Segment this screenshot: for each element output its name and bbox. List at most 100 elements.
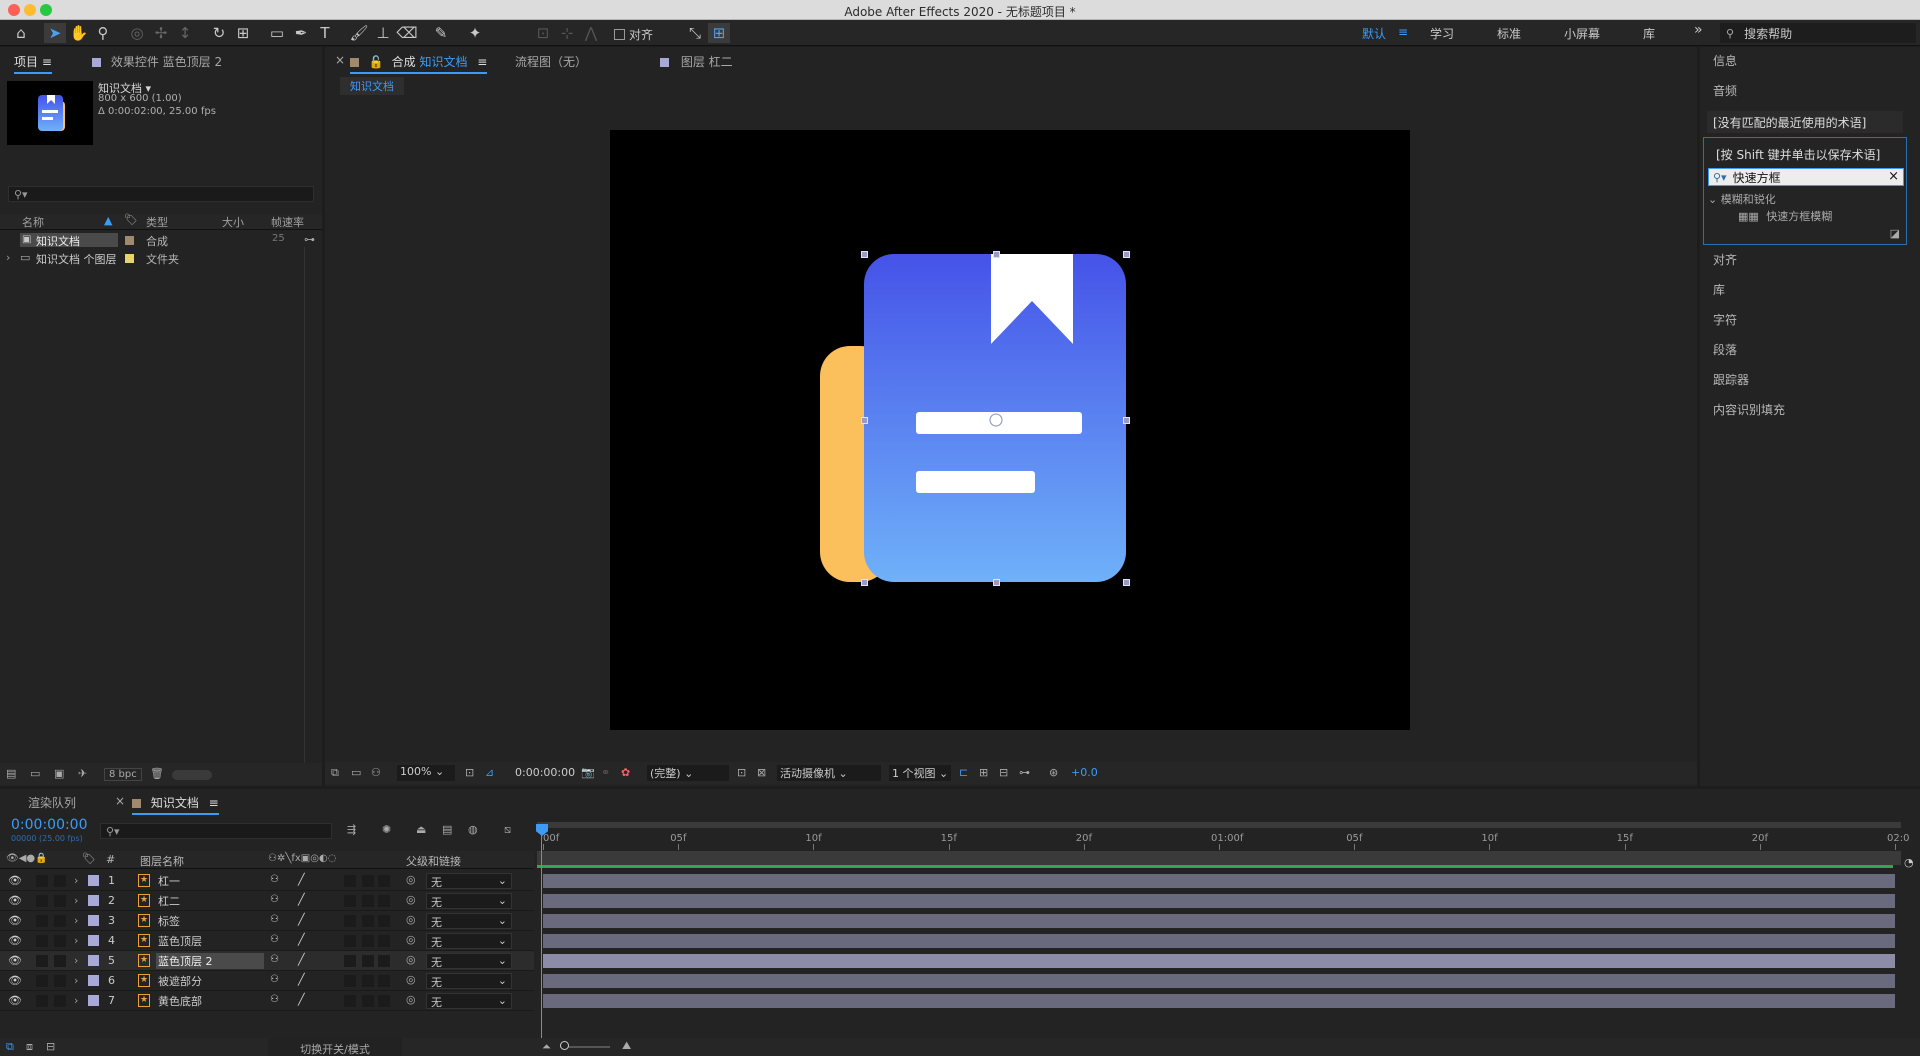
av-features-icon[interactable]: 👁◀●🔒 xyxy=(6,853,48,864)
rectangle-tool-icon[interactable]: ▭ xyxy=(266,23,288,43)
3d-layer-toggle[interactable] xyxy=(378,875,390,887)
project-search-input[interactable]: ⚲▾ xyxy=(8,186,314,202)
parent-select[interactable]: 无 ⌄ xyxy=(426,873,512,889)
hand-tool-icon[interactable]: ✋ xyxy=(68,23,90,43)
3d-layer-toggle[interactable] xyxy=(378,995,390,1007)
transform-handle[interactable] xyxy=(1123,251,1130,258)
resolution-select[interactable]: (完整) ⌄ xyxy=(647,765,729,781)
timeline-timecode[interactable]: 0:00:00:00 xyxy=(11,817,88,833)
safe-margins-icon[interactable]: ⊿ xyxy=(485,766,494,779)
3d-layer-toggle[interactable] xyxy=(378,955,390,967)
chevron-right-icon[interactable]: › xyxy=(6,251,10,264)
collapse-transform-icon[interactable]: ⚇ xyxy=(270,974,279,985)
vr-icon[interactable]: ⚇ xyxy=(371,766,381,779)
always-preview-icon[interactable]: ⧉ xyxy=(331,766,339,780)
more-workspaces-icon[interactable]: » xyxy=(1694,22,1703,38)
selection-tool-icon[interactable]: ➤ xyxy=(44,23,66,43)
collapse-transform-icon[interactable]: ⚇ xyxy=(270,994,279,1005)
pick-whip-icon[interactable]: ◎ xyxy=(406,933,416,946)
tab-project[interactable]: 项目 ≡ xyxy=(14,53,52,74)
snapping-extra-3-icon[interactable]: ⋀ xyxy=(580,23,602,43)
composition-mini-flowchart-icon[interactable]: ⇶ xyxy=(347,823,356,836)
column-name[interactable]: 名称 xyxy=(22,214,44,230)
transform-handle[interactable] xyxy=(861,417,868,424)
composition-canvas[interactable] xyxy=(610,130,1410,730)
tab-timeline-composition[interactable]: 知识文档 ≡ xyxy=(132,794,219,815)
draft-3d-icon[interactable]: ✺ xyxy=(382,823,391,836)
home-icon[interactable]: ⌂ xyxy=(10,23,32,43)
motion-blur-toggle[interactable] xyxy=(344,915,356,927)
adjustment-toggle[interactable] xyxy=(362,975,374,987)
panel-menu-icon[interactable]: ≡ xyxy=(209,796,219,810)
transform-handle[interactable] xyxy=(1123,579,1130,586)
lock-toggle[interactable] xyxy=(54,935,66,947)
parent-select[interactable]: 无 ⌄ xyxy=(426,913,512,929)
eye-icon[interactable]: 👁 xyxy=(8,954,22,967)
lock-toggle[interactable] xyxy=(54,875,66,887)
layer-row[interactable]: 👁 › 4 ★ 蓝色顶层 ⚇ ╱ ◎ 无 ⌄ xyxy=(0,931,534,951)
transform-handle[interactable] xyxy=(993,251,1000,258)
expand-transfer-controls-icon[interactable]: ⧈ xyxy=(26,1040,33,1054)
reset-exposure-icon[interactable]: ⊛ xyxy=(1049,766,1058,779)
camera-select[interactable]: 活动摄像机 ⌄ xyxy=(777,765,881,781)
collapse-transform-icon[interactable]: ⚇ xyxy=(270,934,279,945)
transform-handle[interactable] xyxy=(993,579,1000,586)
snapshot-icon[interactable]: 📷 xyxy=(581,766,595,779)
close-tab-icon[interactable]: × xyxy=(115,794,125,808)
motion-blur-toggle[interactable] xyxy=(344,895,356,907)
workspace-standard[interactable]: 标准 xyxy=(1497,25,1521,42)
label-color-swatch[interactable] xyxy=(88,895,99,906)
motion-blur-toggle[interactable] xyxy=(344,935,356,947)
toggle-switches-modes-button[interactable]: 切换开关/模式 xyxy=(268,1038,402,1056)
list-item[interactable]: ▣ 知识文档 合成 25 ⊶ xyxy=(0,232,322,248)
solo-toggle[interactable] xyxy=(36,995,48,1007)
show-snapshot-icon[interactable]: ⚭ xyxy=(601,766,610,779)
close-tab-icon[interactable]: × xyxy=(335,53,345,67)
lock-toggle[interactable] xyxy=(54,895,66,907)
new-folder-icon[interactable]: ▭ xyxy=(30,767,40,780)
pick-whip-icon[interactable]: ◎ xyxy=(406,893,416,906)
adjustment-toggle[interactable] xyxy=(362,955,374,967)
parent-select[interactable]: 无 ⌄ xyxy=(426,933,512,949)
3d-layer-toggle[interactable] xyxy=(378,975,390,987)
breadcrumb[interactable]: 知识文档 xyxy=(340,77,404,95)
toggle-pixel-aspect-icon[interactable]: ⊏ xyxy=(959,766,968,779)
chevron-right-icon[interactable]: › xyxy=(74,874,78,887)
panel-tracker[interactable]: 跟踪器 xyxy=(1713,371,1749,388)
new-composition-icon[interactable]: ▣ xyxy=(54,767,64,780)
panel-menu-icon[interactable]: ≡ xyxy=(42,55,52,69)
eraser-tool-icon[interactable]: ⌫ xyxy=(396,23,418,43)
motion-blur-toggle[interactable] xyxy=(344,995,356,1007)
roto-brush-tool-icon[interactable]: ✎ xyxy=(430,23,452,43)
shy-layers-icon[interactable]: ⏏ xyxy=(416,823,426,836)
workspace-learn[interactable]: 学习 xyxy=(1430,25,1454,42)
zoom-out-icon[interactable]: ⏶ xyxy=(542,1040,551,1054)
lock-icon[interactable]: 🔓 xyxy=(369,55,384,69)
transform-handle[interactable] xyxy=(1123,417,1130,424)
adjustment-toggle[interactable] xyxy=(362,995,374,1007)
transparency-grid-icon[interactable]: ⊠ xyxy=(757,766,766,779)
tab-layer[interactable]: 图层 杠二 xyxy=(660,53,733,70)
lock-toggle[interactable] xyxy=(54,915,66,927)
label-color-swatch[interactable] xyxy=(88,875,99,886)
panel-libraries[interactable]: 库 xyxy=(1713,281,1725,298)
expand-timing-icon[interactable]: ⊟ xyxy=(46,1040,55,1053)
pick-whip-icon[interactable]: ◎ xyxy=(406,913,416,926)
dolly-camera-icon[interactable]: ↕ xyxy=(174,23,196,43)
column-type[interactable]: 类型 xyxy=(146,214,168,230)
layer-name[interactable]: 被遮部分 xyxy=(156,973,264,989)
quality-icon[interactable]: ╱ xyxy=(298,873,305,886)
zoom-tool-icon[interactable]: ⚲ xyxy=(92,23,114,43)
layer-name[interactable]: 黄色底部 xyxy=(156,993,264,1009)
fast-previews-icon[interactable]: ⊞ xyxy=(979,766,988,779)
parent-select[interactable]: 无 ⌄ xyxy=(426,973,512,989)
motion-blur-toggle[interactable] xyxy=(344,975,356,987)
chevron-right-icon[interactable]: › xyxy=(74,934,78,947)
layer-name[interactable]: 杠一 xyxy=(156,873,264,889)
eye-icon[interactable]: 👁 xyxy=(8,974,22,987)
layer-duration-bar[interactable] xyxy=(543,874,1895,888)
tab-effect-controls[interactable]: 效果控件 蓝色顶层 2 xyxy=(92,53,222,70)
effect-category[interactable]: ⌄ 模糊和锐化 xyxy=(1708,191,1776,207)
eye-icon[interactable]: 👁 xyxy=(8,874,22,887)
layer-duration-bar[interactable] xyxy=(543,894,1895,908)
